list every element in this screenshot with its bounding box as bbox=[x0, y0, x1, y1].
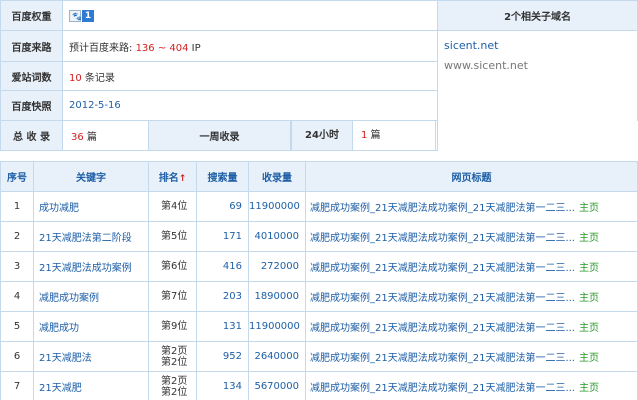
search-volume: 131 bbox=[196, 311, 249, 342]
keyword-link[interactable]: 21天减肥法第二阶段 bbox=[33, 221, 149, 252]
keyword-link[interactable]: 减肥成功案例 bbox=[33, 281, 149, 312]
page-title-cell: 减肥成功案例_21天减肥法成功案例_21天减肥法第一二三... 主页 bbox=[305, 191, 638, 222]
row-index: 4 bbox=[0, 281, 34, 312]
week-indexed-label: 一周收录 bbox=[148, 120, 291, 151]
page-title-link[interactable]: 减肥成功案例_21天减肥法成功案例_21天减肥法第一二三... bbox=[310, 353, 575, 364]
total-indexed-label: 总 收 录 bbox=[0, 120, 63, 151]
keyword-link[interactable]: 21天减肥法成功案例 bbox=[33, 251, 149, 282]
weight-badge: 1 bbox=[82, 9, 94, 22]
source-range: 136 ~ 404 bbox=[135, 42, 189, 54]
snapshot-date: 2012-5-16 bbox=[61, 90, 439, 121]
home-link[interactable]: 主页 bbox=[579, 203, 599, 214]
home-link[interactable]: 主页 bbox=[579, 353, 599, 364]
page-title-cell: 减肥成功案例_21天减肥法成功案例_21天减肥法第一二三... 主页 bbox=[305, 371, 638, 400]
page-title-cell: 减肥成功案例_21天减肥法成功案例_21天减肥法第一二三... 主页 bbox=[305, 311, 638, 342]
home-link[interactable]: 主页 bbox=[579, 263, 599, 274]
col-header-title: 网页标题 bbox=[305, 161, 638, 192]
search-volume: 203 bbox=[196, 281, 249, 312]
col-header-index: 序号 bbox=[0, 161, 34, 192]
keyword-ranking-table: 序号 关键字 排名↑ 搜索量 收录量 网页标题 1 成功减肥 第4位 69 119000… bbox=[0, 161, 638, 400]
search-volume: 171 bbox=[196, 221, 249, 252]
page-title-cell: 减肥成功案例_21天减肥法成功案例_21天减肥法第一二三... 主页 bbox=[305, 341, 638, 372]
table-row: 4 减肥成功案例 第7位 203 1890000 减肥成功案例_21天减肥法成功案例_21… bbox=[0, 281, 638, 312]
keyword-link[interactable]: 成功减肥 bbox=[33, 191, 149, 222]
subdomain-item[interactable]: www.sicent.net bbox=[444, 59, 637, 79]
total-indexed-value: 36 篇 bbox=[62, 120, 149, 151]
source-value: 预计百度来路: 136 ~ 404 IP bbox=[61, 30, 439, 62]
indexed-volume: 11900000 bbox=[248, 311, 306, 342]
rank-cell: 第7位 bbox=[148, 281, 197, 312]
search-volume: 134 bbox=[196, 371, 249, 400]
indexed-volume: 1890000 bbox=[248, 281, 306, 312]
subdomain-title: 2个相关子域名 bbox=[437, 0, 638, 31]
indexed-volume: 5670000 bbox=[248, 371, 306, 400]
col-header-search[interactable]: 搜索量 bbox=[196, 161, 249, 192]
home-link[interactable]: 主页 bbox=[579, 383, 599, 394]
keyword-link[interactable]: 21天减肥法 bbox=[33, 341, 149, 372]
row-index: 5 bbox=[0, 311, 34, 342]
sort-up-icon: ↑ bbox=[178, 174, 187, 184]
table-row: 6 21天减肥法 第2页 第2位 952 2640000 减肥成功案例_21天减肥法成功案例… bbox=[0, 341, 638, 372]
rank-cell: 第2页 第2位 bbox=[148, 341, 197, 372]
weight-value-cell: 🐾 1 bbox=[61, 0, 439, 31]
search-volume: 69 bbox=[196, 191, 249, 222]
rank-cell: 第6位 bbox=[148, 251, 197, 282]
search-volume: 416 bbox=[196, 251, 249, 282]
row-index: 1 bbox=[0, 191, 34, 222]
table-row: 5 减肥成功 第9位 131 11900000 减肥成功案例_21天减肥法成功案例_21天… bbox=[0, 311, 638, 342]
row-index: 2 bbox=[0, 221, 34, 252]
table-row: 2 21天减肥法第二阶段 第5位 171 4010000 减肥成功案例_21天减肥法成功案… bbox=[0, 221, 638, 252]
indexed-volume: 4010000 bbox=[248, 221, 306, 252]
page-title-link[interactable]: 减肥成功案例_21天减肥法成功案例_21天减肥法第一二三... bbox=[310, 263, 575, 274]
indexed-words-value: 10 条记录 bbox=[61, 61, 439, 91]
home-link[interactable]: 主页 bbox=[579, 233, 599, 244]
snapshot-label: 百度快照 bbox=[0, 90, 63, 121]
rank-cell: 第2页 第2位 bbox=[148, 371, 197, 400]
page-title-cell: 减肥成功案例_21天减肥法成功案例_21天减肥法第一二三... 主页 bbox=[305, 221, 638, 252]
subdomain-item[interactable]: sicent.net bbox=[444, 39, 637, 59]
table-row: 3 21天减肥法成功案例 第6位 416 272000 减肥成功案例_21天减肥法成功案例… bbox=[0, 251, 638, 282]
rank-cell: 第4位 bbox=[148, 191, 197, 222]
indexed-volume: 272000 bbox=[248, 251, 306, 282]
keyword-link[interactable]: 21天减肥 bbox=[33, 371, 149, 400]
indexed-volume: 11900000 bbox=[248, 191, 306, 222]
home-link[interactable]: 主页 bbox=[579, 323, 599, 334]
day-indexed-label: 24小时 bbox=[291, 120, 353, 151]
source-label: 百度来路 bbox=[0, 30, 63, 62]
page-title-link[interactable]: 减肥成功案例_21天减肥法成功案例_21天减肥法第一二三... bbox=[310, 203, 575, 214]
col-header-indexed[interactable]: 收录量 bbox=[248, 161, 306, 192]
weight-label: 百度权重 bbox=[0, 0, 63, 31]
home-link[interactable]: 主页 bbox=[579, 293, 599, 304]
rank-cell: 第9位 bbox=[148, 311, 197, 342]
page-title-link[interactable]: 减肥成功案例_21天减肥法成功案例_21天减肥法第一二三... bbox=[310, 293, 575, 304]
day-indexed-value: 1 篇 bbox=[352, 120, 436, 151]
subdomain-list: sicent.net www.sicent.net bbox=[437, 30, 638, 121]
row-index: 6 bbox=[0, 341, 34, 372]
col-header-keyword: 关键字 bbox=[33, 161, 149, 192]
row-index: 7 bbox=[0, 371, 34, 400]
table-row: 7 21天减肥 第2页 第2位 134 5670000 减肥成功案例_21天减肥法成功案例_… bbox=[0, 371, 638, 400]
indexed-volume: 2640000 bbox=[248, 341, 306, 372]
row-index: 3 bbox=[0, 251, 34, 282]
page-title-link[interactable]: 减肥成功案例_21天减肥法成功案例_21天减肥法第一二三... bbox=[310, 323, 575, 334]
indexed-count: 10 bbox=[69, 72, 82, 84]
rank-cell: 第5位 bbox=[148, 221, 197, 252]
table-row: 1 成功减肥 第4位 69 11900000 减肥成功案例_21天减肥法成功案例_21天减… bbox=[0, 191, 638, 222]
paw-icon: 🐾 bbox=[69, 9, 82, 22]
keyword-link[interactable]: 减肥成功 bbox=[33, 311, 149, 342]
search-volume: 952 bbox=[196, 341, 249, 372]
col-header-rank[interactable]: 排名↑ bbox=[148, 161, 197, 192]
page-title-cell: 减肥成功案例_21天减肥法成功案例_21天减肥法第一二三... 主页 bbox=[305, 281, 638, 312]
page-title-cell: 减肥成功案例_21天减肥法成功案例_21天减肥法第一二三... 主页 bbox=[305, 251, 638, 282]
page-title-link[interactable]: 减肥成功案例_21天减肥法成功案例_21天减肥法第一二三... bbox=[310, 233, 575, 244]
indexed-words-label: 爱站词数 bbox=[0, 61, 63, 91]
page-title-link[interactable]: 减肥成功案例_21天减肥法成功案例_21天减肥法第一二三... bbox=[310, 383, 575, 394]
